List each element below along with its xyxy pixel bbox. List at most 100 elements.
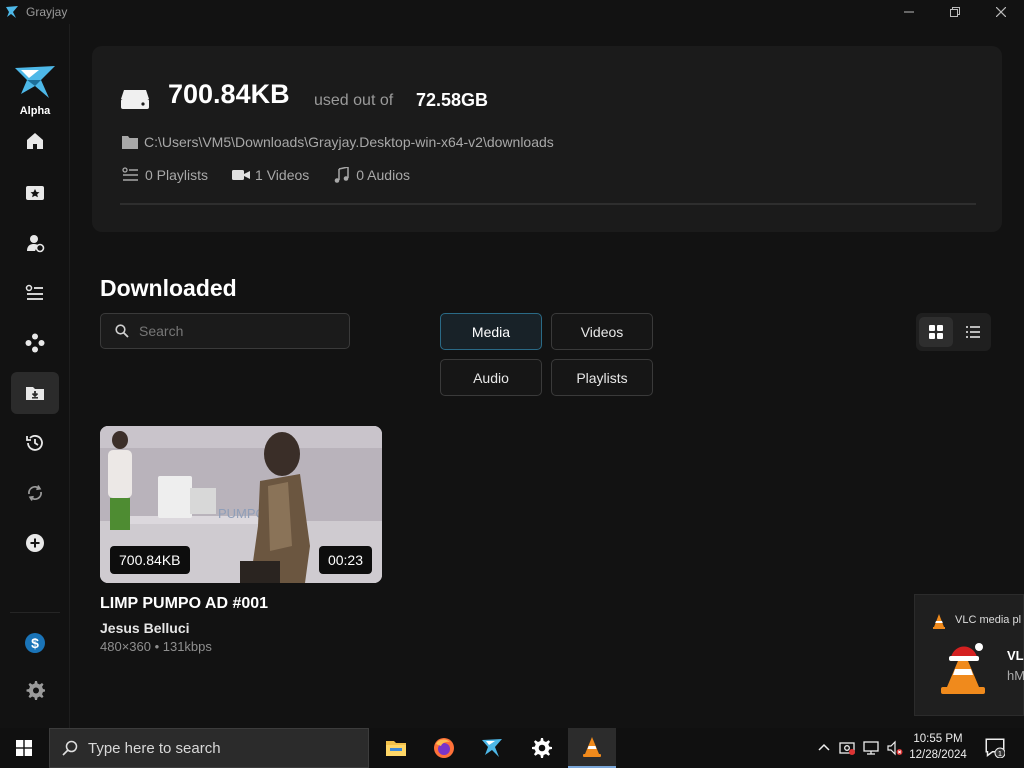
videos-count-text: 1 Videos: [255, 167, 310, 183]
taskbar-search-box[interactable]: Type here to search: [49, 728, 369, 768]
list-view-button[interactable]: [956, 317, 990, 347]
dollar-icon: $: [25, 633, 45, 653]
volume-muted-icon: [887, 740, 903, 756]
logo-label: Alpha: [19, 105, 51, 117]
sidebar-item-sync[interactable]: [11, 472, 59, 514]
download-folder-icon: [26, 387, 44, 400]
notification-icon: 1: [985, 738, 1005, 758]
taskbar-file-explorer[interactable]: [372, 728, 420, 768]
video-thumbnail[interactable]: PUMPO 700.84KB 00:23: [100, 426, 382, 583]
toast-app-name: VLC media pl: [955, 614, 1022, 626]
search-input[interactable]: [139, 323, 329, 339]
close-button[interactable]: [978, 0, 1024, 24]
vlc-icon: [583, 737, 601, 757]
clock-date: 12/28/2024: [909, 749, 967, 761]
playlists-count-text: 0 Playlists: [145, 167, 209, 183]
sidebar-item-donate[interactable]: $: [11, 622, 59, 664]
network-icon: [863, 741, 879, 755]
audios-count: 0 Audios: [333, 167, 410, 183]
minimize-icon: [904, 11, 914, 13]
tray-network[interactable]: [860, 728, 882, 768]
filter-media-button[interactable]: Media: [440, 313, 542, 350]
tray-security[interactable]: [836, 728, 858, 768]
sidebar: Alpha $: [0, 24, 70, 728]
videos-count: 1 Videos: [232, 167, 309, 183]
search-icon: [62, 740, 78, 756]
hard-drive-icon: [121, 90, 149, 109]
taskbar-grayjay[interactable]: [468, 728, 516, 768]
sidebar-item-subscriptions[interactable]: [11, 172, 59, 214]
playlist-icon: [25, 284, 43, 300]
video-meta: 480×360 • 131kbps: [100, 639, 212, 654]
settings-icon: [532, 738, 552, 758]
playlists-count: 0 Playlists: [122, 167, 208, 183]
clock-time: 10:55 PM: [913, 733, 963, 745]
app-window: Grayjay Alpha $ 700.84KB used out of 72.…: [0, 0, 1024, 768]
download-counts: 0 Playlists 1 Videos 0 Audios: [122, 167, 434, 183]
taskbar-firefox[interactable]: [420, 728, 468, 768]
storage-used-label: used out of: [314, 92, 394, 109]
sidebar-item-settings[interactable]: [11, 669, 59, 711]
vlc-icon: [941, 643, 985, 694]
file-explorer-icon: [386, 741, 406, 756]
section-title: Downloaded: [100, 275, 237, 301]
storage-total: 72.58GB: [416, 90, 489, 110]
toast-body: hM: [1007, 668, 1024, 683]
music-note-icon: [334, 167, 350, 183]
view-mode-toggle: [916, 313, 991, 351]
windows-taskbar: Type here to search 10:55 PM 12/28/2024 …: [0, 728, 1024, 768]
history-icon: [26, 435, 43, 451]
chevron-up-icon: [818, 743, 830, 751]
sidebar-item-sources[interactable]: [11, 322, 59, 364]
taskbar-search-placeholder: Type here to search: [88, 739, 221, 757]
maximize-icon: [950, 7, 960, 17]
sources-icon: [25, 333, 45, 353]
search-icon: [115, 324, 129, 338]
minimize-button[interactable]: [886, 0, 932, 24]
subscriptions-icon: [26, 186, 44, 200]
vlc-notification-toast[interactable]: VLC media pl VL hM: [914, 594, 1024, 716]
playlist-icon: [122, 167, 138, 181]
taskbar-vlc[interactable]: [568, 728, 616, 768]
audios-count-text: 0 Audios: [356, 167, 410, 183]
sidebar-item-creators[interactable]: [11, 222, 59, 264]
sidebar-item-add[interactable]: [11, 522, 59, 564]
tray-overflow-button[interactable]: [814, 728, 834, 768]
video-title[interactable]: LIMP PUMPO AD #001: [100, 595, 268, 613]
list-icon: [966, 326, 980, 338]
download-path-text: C:\Users\VM5\Downloads\Grayjay.Desktop-w…: [144, 134, 554, 150]
filter-videos-button[interactable]: Videos: [551, 313, 653, 350]
grid-view-button[interactable]: [919, 317, 953, 347]
taskbar-clock[interactable]: 10:55 PM 12/28/2024: [906, 731, 970, 763]
sidebar-item-home[interactable]: [11, 120, 59, 162]
creators-icon: [27, 235, 45, 253]
video-author[interactable]: Jesus Belluci: [100, 620, 190, 636]
vlc-small-icon: [933, 614, 945, 629]
download-path: C:\Users\VM5\Downloads\Grayjay.Desktop-w…: [122, 134, 554, 150]
filter-audio-button[interactable]: Audio: [440, 359, 542, 396]
sidebar-item-playlists[interactable]: [11, 272, 59, 314]
search-box[interactable]: [100, 313, 350, 349]
start-button[interactable]: [0, 728, 48, 768]
storage-progress-bar: [120, 203, 976, 205]
gear-icon: [26, 681, 45, 700]
sidebar-item-downloads[interactable]: [11, 372, 59, 414]
video-camera-icon: [232, 170, 251, 180]
window-title: Grayjay: [26, 5, 68, 19]
tray-volume[interactable]: [884, 728, 906, 768]
maximize-button[interactable]: [932, 0, 978, 24]
sidebar-item-history[interactable]: [11, 422, 59, 464]
windows-logo-icon: [16, 740, 32, 756]
grayjay-icon: [482, 739, 502, 757]
add-icon: [26, 534, 44, 552]
sidebar-divider: [10, 612, 60, 613]
taskbar-settings[interactable]: [518, 728, 566, 768]
sync-icon: [28, 485, 42, 501]
grayjay-logo[interactable]: [13, 64, 57, 100]
filter-playlists-button[interactable]: Playlists: [551, 359, 653, 396]
title-bar: Grayjay: [0, 0, 1024, 24]
grayjay-app-icon: [6, 6, 18, 18]
close-icon: [996, 7, 1006, 17]
folder-icon: [122, 136, 138, 149]
action-center-button[interactable]: 1: [980, 728, 1010, 768]
